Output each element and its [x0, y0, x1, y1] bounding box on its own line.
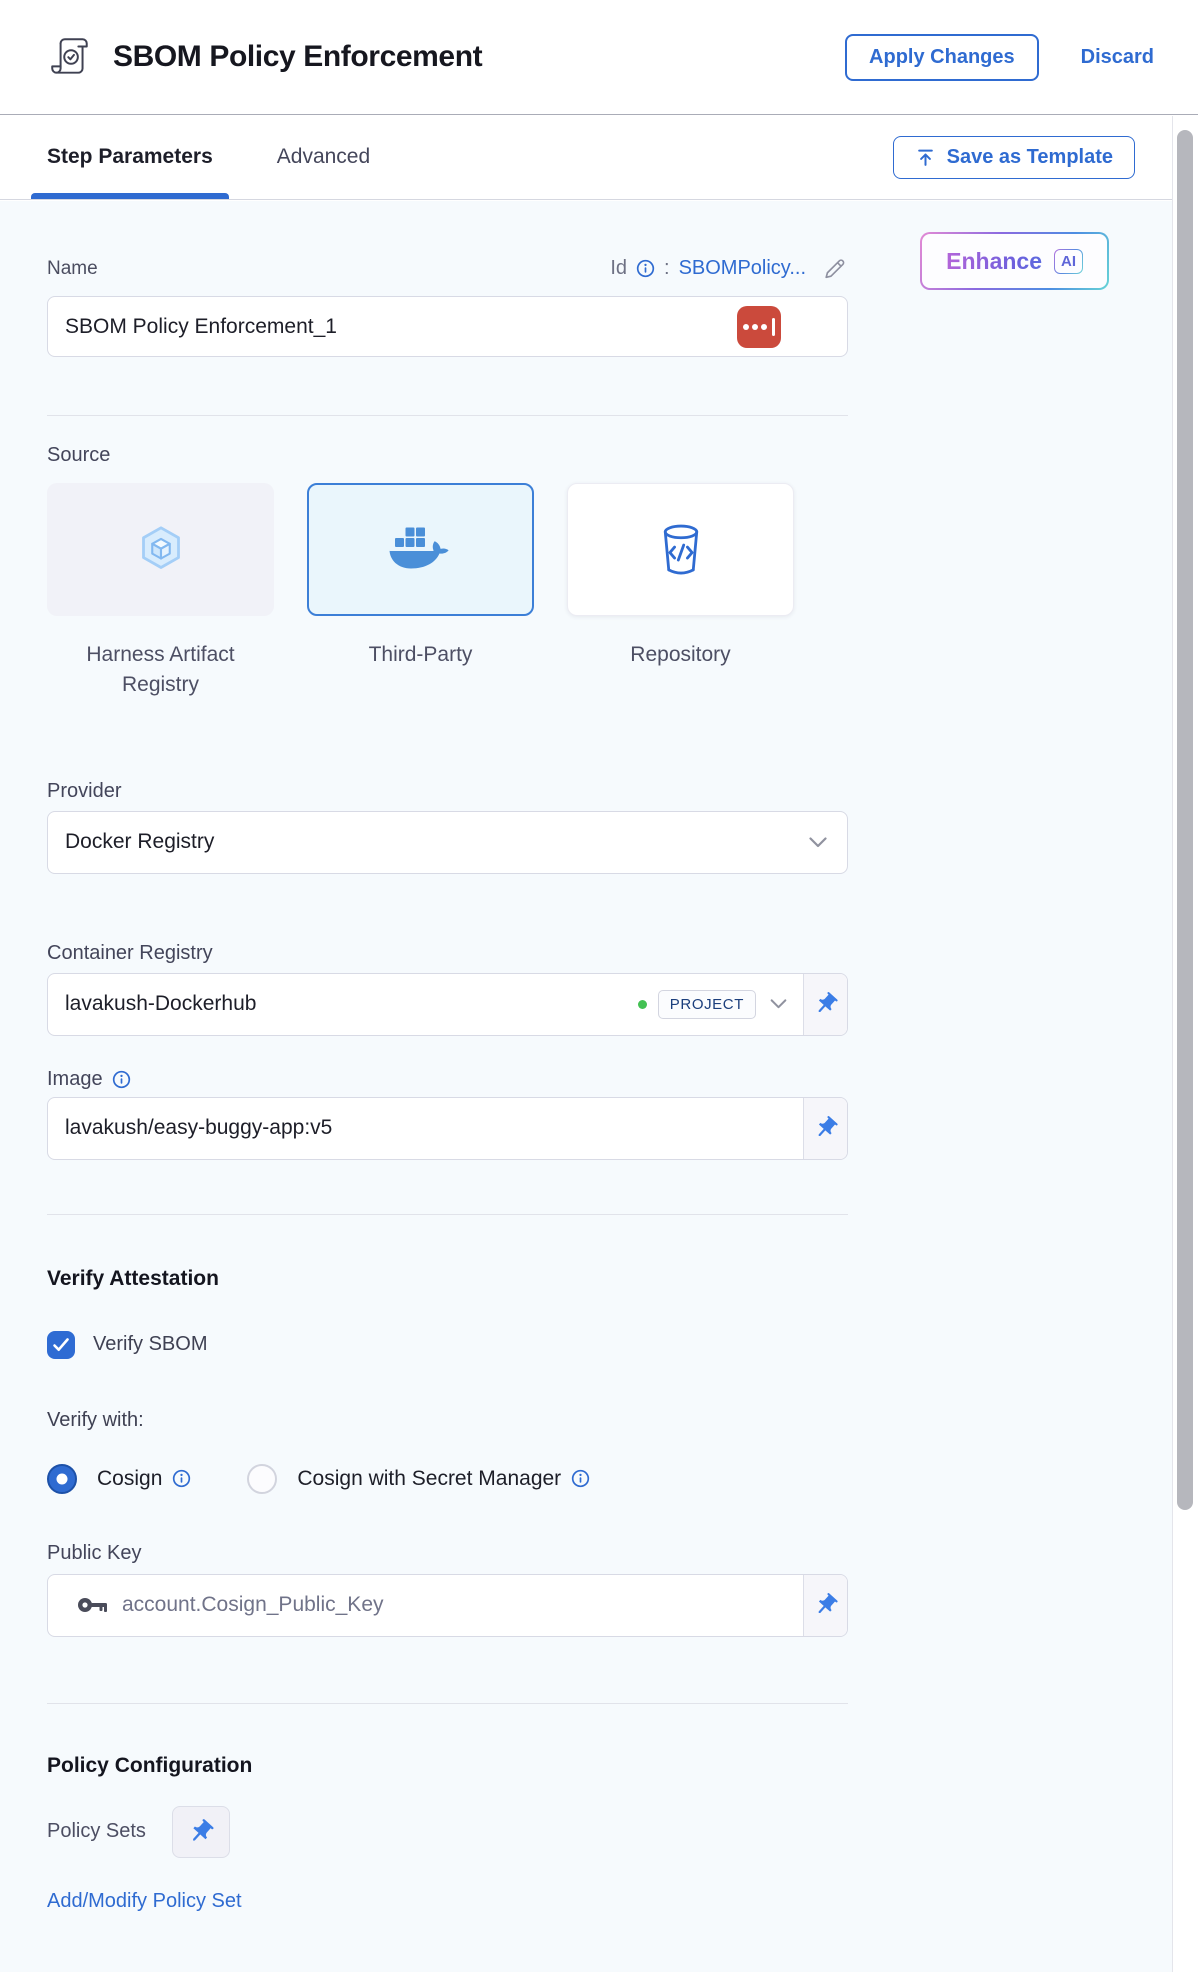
policy-sets-pin-button[interactable]	[172, 1806, 230, 1858]
docker-whale-icon	[388, 525, 454, 575]
pin-icon	[813, 1115, 839, 1141]
divider	[47, 415, 848, 416]
edit-id-button[interactable]	[821, 255, 848, 282]
source-option-label: Third-Party	[307, 640, 534, 700]
connector-status-dot	[638, 1000, 647, 1009]
step-id-value[interactable]: SBOMPolicy...	[679, 257, 806, 280]
add-modify-policy-set-link[interactable]: Add/Modify Policy Set	[47, 1890, 242, 1913]
policy-sets-label: Policy Sets	[47, 1820, 146, 1843]
source-card-harness-artifact-registry[interactable]	[47, 483, 274, 616]
name-input[interactable]: SBOM Policy Enforcement_1	[47, 296, 848, 357]
image-input[interactable]: lavakush/easy-buggy-app:v5	[47, 1097, 848, 1160]
radio-cosign-secret-manager-label: Cosign with Secret Manager	[297, 1467, 561, 1491]
image-info-icon[interactable]	[112, 1070, 131, 1089]
pencil-icon	[821, 255, 848, 282]
public-key-label: Public Key	[47, 1542, 848, 1565]
container-registry-label: Container Registry	[47, 942, 848, 965]
discard-button[interactable]: Discard	[1081, 46, 1154, 69]
pin-icon	[813, 991, 839, 1017]
save-as-template-button[interactable]: Save as Template	[893, 136, 1135, 179]
verify-sbom-checkbox-row[interactable]: Verify SBOM	[47, 1331, 848, 1359]
provider-label: Provider	[47, 780, 848, 803]
chevron-down-icon[interactable]	[770, 999, 787, 1009]
cosign-info-icon[interactable]	[172, 1469, 191, 1488]
source-option-label: Repository	[567, 640, 794, 700]
source-card-repository[interactable]	[567, 483, 794, 616]
container-registry-input[interactable]: lavakush-Dockerhub PROJECT	[47, 973, 848, 1036]
pin-icon	[187, 1818, 215, 1846]
verify-with-label: Verify with:	[47, 1409, 848, 1432]
chevron-down-icon	[809, 837, 827, 848]
id-label: Id	[610, 257, 627, 280]
source-option-label: Harness Artifact Registry	[47, 640, 274, 700]
upload-template-icon	[915, 147, 936, 168]
radio-cosign[interactable]	[47, 1464, 77, 1494]
step-parameters-panel: Enhance AI Name Id : SBOMPolicy...	[0, 201, 1172, 1972]
vertical-scrollbar	[1172, 116, 1198, 1972]
apply-changes-button[interactable]: Apply Changes	[845, 34, 1039, 81]
checkbox-checked-icon[interactable]	[47, 1331, 75, 1359]
id-info-icon[interactable]	[636, 259, 655, 278]
tab-advanced[interactable]: Advanced	[277, 115, 370, 199]
sbom-policy-scroll-icon	[47, 34, 93, 80]
image-label-row: Image	[47, 1068, 848, 1091]
pin-icon	[813, 1592, 839, 1618]
scrollbar-thumb[interactable]	[1177, 130, 1193, 1510]
radio-cosign-secret-manager[interactable]	[247, 1464, 277, 1494]
page-title: SBOM Policy Enforcement	[113, 40, 482, 74]
ai-badge: AI	[1054, 249, 1083, 274]
verify-attestation-heading: Verify Attestation	[47, 1267, 848, 1291]
verify-with-radio-group: Cosign Cosign with Secret Manager	[47, 1464, 848, 1494]
runtime-input-pin-button[interactable]	[803, 1098, 847, 1159]
runtime-input-pin-button[interactable]	[803, 974, 847, 1035]
tab-bar: Step Parameters Advanced Save as Templat…	[0, 115, 1198, 200]
runtime-input-pin-button[interactable]	[803, 1575, 847, 1636]
scope-badge: PROJECT	[658, 990, 756, 1019]
harness-artifact-registry-icon	[133, 522, 189, 578]
image-label: Image	[47, 1068, 103, 1091]
repository-bucket-icon	[655, 522, 707, 578]
public-key-input[interactable]: account.Cosign_Public_Key	[47, 1574, 848, 1637]
divider	[47, 1214, 848, 1215]
source-card-third-party[interactable]	[307, 483, 534, 616]
name-label: Name	[47, 258, 98, 280]
divider	[47, 1703, 848, 1704]
cosign-secret-manager-info-icon[interactable]	[571, 1469, 590, 1488]
tab-step-parameters[interactable]: Step Parameters	[47, 115, 213, 199]
provider-select[interactable]: Docker Registry	[47, 811, 848, 874]
radio-cosign-label: Cosign	[97, 1467, 162, 1491]
panel-header: SBOM Policy Enforcement Apply Changes Di…	[0, 0, 1198, 115]
password-manager-extension-icon[interactable]	[737, 306, 781, 348]
source-label: Source	[47, 444, 848, 467]
policy-configuration-heading: Policy Configuration	[47, 1754, 848, 1778]
verify-sbom-label: Verify SBOM	[93, 1333, 207, 1356]
enhance-ai-button[interactable]: Enhance AI	[920, 232, 1109, 290]
key-icon	[77, 1595, 109, 1615]
